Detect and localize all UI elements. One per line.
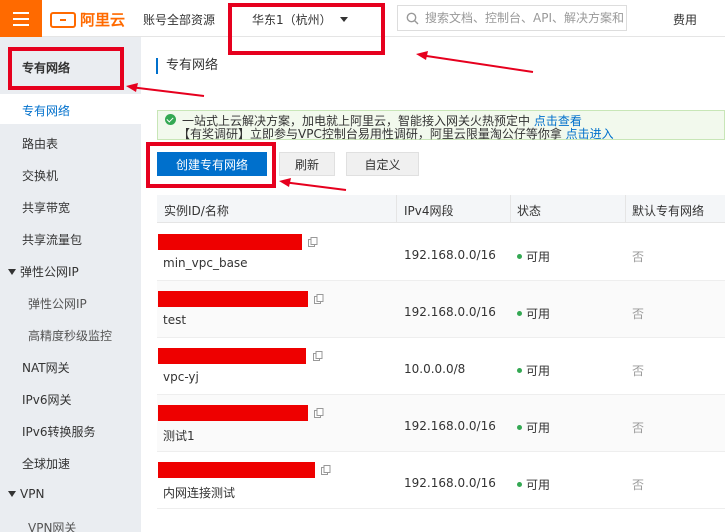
annotation-arrow-create	[282, 181, 347, 191]
annotation-arrow-region	[419, 54, 534, 73]
vpc-default: 否	[632, 478, 645, 492]
annotation-box-sidebar-title	[8, 47, 124, 90]
status-text: 可用	[526, 250, 551, 264]
copy-icon[interactable]	[308, 237, 318, 247]
vpc-name: min_vpc_base	[163, 256, 248, 270]
table-row: min_vpc_base 192.168.0.0/16 可用 否	[157, 224, 725, 281]
table-row: test 192.168.0.0/16 可用 否	[157, 281, 725, 338]
vpc-status: 可用	[517, 419, 550, 436]
table-row: 内网连接测试 192.168.0.0/16 可用 否	[157, 452, 725, 509]
col-header-id-name: 实例ID/名称	[164, 204, 229, 218]
redacted-id	[158, 462, 315, 478]
table-row: 测试1 192.168.0.0/16 可用 否	[157, 395, 725, 452]
search-box[interactable]	[397, 5, 627, 31]
status-dot-icon	[517, 368, 522, 373]
sidebar-item-vpc[interactable]: 专有网络	[22, 102, 70, 119]
sidebar-item-eip-monitor[interactable]: 高精度秒级监控	[28, 327, 112, 344]
menu-icon[interactable]	[0, 0, 42, 37]
status-text: 可用	[526, 307, 551, 321]
sidebar-item-vswitch[interactable]: 交换机	[22, 167, 58, 184]
copy-icon[interactable]	[314, 408, 324, 418]
sidebar-item-shared-traffic[interactable]: 共享流量包	[22, 231, 82, 248]
vpc-name: test	[163, 313, 187, 327]
vpc-cidr: 192.168.0.0/16	[404, 419, 496, 433]
sidebar: 专有网络 专有网络 路由表 交换机 共享带宽 共享流量包 弹性公网IP 弹性公网…	[0, 37, 141, 532]
search-icon	[406, 12, 419, 24]
notice-line-2: 【有奖调研】立即参与VPC控制台易用性调研，阿里云限量淘公仔等你拿 点击进入	[178, 125, 614, 142]
page-title: 专有网络	[156, 58, 218, 74]
col-header-ipv4: IPv4网段	[404, 204, 454, 218]
table-header: 实例ID/名称 IPv4网段 状态 默认专有网络	[157, 195, 725, 223]
redacted-id	[158, 234, 302, 250]
redacted-id	[158, 405, 308, 421]
annotation-box-region	[228, 3, 385, 55]
vpc-default: 否	[632, 307, 645, 321]
expand-icon	[8, 268, 16, 275]
vpc-cidr: 10.0.0.0/8	[404, 362, 466, 376]
vpc-status: 可用	[517, 305, 550, 322]
aliyun-logo-icon	[50, 11, 76, 28]
vpc-default: 否	[632, 250, 645, 264]
aliyun-logo[interactable]: 阿里云	[50, 9, 125, 30]
sidebar-group-eip-label: 弹性公网IP	[20, 265, 79, 279]
annotation-arrow-sidebar	[129, 86, 205, 97]
vpc-name: vpc-yj	[163, 370, 199, 384]
status-text: 可用	[526, 478, 551, 492]
notice-banner: 一站式上云解决方案，加电就上阿里云，智能接入网关火热预定中 点击查看 【有奖调研…	[157, 110, 725, 142]
vpc-name: 内网连接测试	[163, 486, 236, 500]
check-circle-icon	[165, 114, 176, 125]
arrow-head-icon	[279, 178, 291, 187]
vpc-default: 否	[632, 364, 645, 378]
col-header-default: 默认专有网络	[632, 204, 705, 218]
status-text: 可用	[526, 421, 551, 435]
customize-button[interactable]: 自定义	[346, 152, 419, 176]
refresh-button[interactable]: 刷新	[279, 152, 335, 176]
redacted-id	[158, 348, 306, 364]
sidebar-item-nat-gateway[interactable]: NAT网关	[22, 359, 70, 376]
vpc-status: 可用	[517, 248, 550, 265]
col-divider	[510, 195, 511, 223]
logo-text: 阿里云	[80, 11, 126, 29]
sidebar-item-route-table[interactable]: 路由表	[22, 135, 58, 152]
copy-icon[interactable]	[313, 351, 323, 361]
sidebar-group-vpn[interactable]: VPN	[8, 487, 44, 501]
notice-text-2: 【有奖调研】立即参与VPC控制台易用性调研，阿里云限量淘公仔等你拿	[178, 127, 562, 141]
search-input[interactable]	[425, 11, 625, 25]
sidebar-item-ipv6-gateway[interactable]: IPv6网关	[22, 391, 72, 408]
vpc-status: 可用	[517, 362, 550, 379]
sidebar-group-eip[interactable]: 弹性公网IP	[8, 263, 79, 280]
col-divider	[625, 195, 626, 223]
expand-icon	[8, 491, 16, 497]
fee-menu[interactable]: 费用	[673, 11, 697, 28]
redacted-id	[158, 291, 308, 307]
sidebar-item-ipv6-translation[interactable]: IPv6转换服务	[22, 423, 96, 440]
sidebar-item-global-acceleration[interactable]: 全球加速	[22, 455, 70, 472]
annotation-box-create-button	[146, 142, 276, 188]
sidebar-item-eip[interactable]: 弹性公网IP	[28, 295, 87, 312]
status-text: 可用	[526, 364, 551, 378]
sidebar-item-shared-bandwidth[interactable]: 共享带宽	[22, 199, 70, 216]
arrow-head-icon	[416, 51, 428, 60]
vpc-name: 测试1	[163, 429, 195, 443]
col-divider	[396, 195, 397, 223]
copy-icon[interactable]	[314, 294, 324, 304]
vpc-cidr: 192.168.0.0/16	[404, 305, 496, 319]
vpc-cidr: 192.168.0.0/16	[404, 476, 496, 490]
sidebar-item-vpn-gateway[interactable]: VPN网关	[28, 519, 76, 532]
notice-link-enter[interactable]: 点击进入	[566, 127, 614, 141]
vpc-status: 可用	[517, 476, 550, 493]
vpc-default: 否	[632, 421, 645, 435]
status-dot-icon	[517, 482, 522, 487]
table-row: vpc-yj 10.0.0.0/8 可用 否	[157, 338, 725, 395]
sidebar-group-vpn-label: VPN	[20, 487, 45, 501]
status-dot-icon	[517, 254, 522, 259]
vpc-cidr: 192.168.0.0/16	[404, 248, 496, 262]
status-dot-icon	[517, 311, 522, 316]
col-header-status: 状态	[517, 204, 542, 218]
status-dot-icon	[517, 425, 522, 430]
account-resources-menu[interactable]: 账号全部资源	[143, 11, 215, 28]
copy-icon[interactable]	[321, 465, 331, 475]
